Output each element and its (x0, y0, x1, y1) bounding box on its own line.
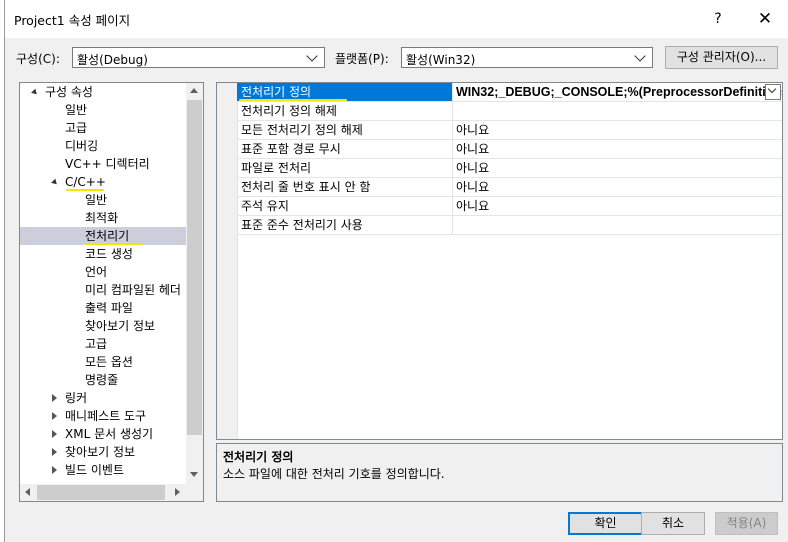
description-title: 전처리기 정의 (223, 450, 294, 464)
property-name: 전처리기 정의 해제 (237, 102, 453, 120)
scrollbar-corner (186, 484, 203, 501)
platform-label: 플랫폼(P): (335, 52, 389, 66)
property-row[interactable]: 전처리기 정의 해제 (237, 102, 782, 121)
property-value[interactable] (454, 102, 782, 120)
config-combo[interactable]: 활성(Debug) (72, 47, 325, 68)
scroll-up-icon[interactable] (190, 88, 198, 93)
property-name: 표준 준수 전처리기 사용 (237, 216, 453, 234)
collapsed-arrow-icon[interactable] (52, 412, 57, 420)
property-row[interactable]: 주석 유지 아니요 (237, 197, 782, 216)
value-dropdown-button[interactable] (765, 84, 781, 100)
property-row[interactable]: 파일로 전처리 아니요 (237, 159, 782, 178)
tree-node-output-files[interactable]: 출력 파일 (85, 299, 133, 317)
config-label: 구성(C): (16, 52, 60, 66)
collapsed-arrow-icon[interactable] (52, 430, 57, 438)
tree-node-browse-info[interactable]: 찾아보기 정보 (85, 317, 155, 335)
tree-node-precompiled-headers[interactable]: 미리 컴파일된 헤더 (85, 281, 181, 299)
tree-vertical-scrollbar[interactable] (186, 83, 203, 484)
chevron-down-icon (634, 50, 646, 62)
property-tree[interactable]: 구성 속성 일반 고급 디버깅 VC++ 디렉터리 C/C++ 일반 최적화 전… (19, 82, 204, 502)
cancel-button[interactable]: 취소 (641, 512, 705, 535)
collapsed-arrow-icon[interactable] (52, 466, 57, 474)
property-value[interactable]: 아니요 (454, 121, 782, 139)
property-value[interactable]: 아니요 (454, 159, 782, 177)
tree-node-language[interactable]: 언어 (85, 263, 107, 281)
tree-node-cpp-general[interactable]: 일반 (85, 191, 107, 209)
expanded-arrow-icon[interactable] (31, 88, 39, 97)
config-manager-button[interactable]: 구성 관리자(O)... (665, 46, 778, 69)
collapsed-arrow-icon[interactable] (52, 448, 57, 456)
property-pages-dialog: Project1 속성 페이지 ? ✕ 구성(C): 활성(Debug) 플랫폼… (4, 0, 788, 542)
description-text: 소스 파일에 대한 전처리 기호를 정의합니다. (223, 467, 445, 481)
ok-button[interactable]: 확인 (568, 512, 643, 535)
apply-button: 적용(A) (715, 512, 778, 535)
property-value[interactable]: 아니요 (454, 178, 782, 196)
property-name: 모든 전처리기 정의 해제 (237, 121, 453, 139)
property-value[interactable] (454, 216, 782, 234)
chevron-down-icon (306, 50, 318, 62)
scroll-down-icon[interactable] (190, 472, 198, 477)
scroll-thumb[interactable] (37, 485, 165, 500)
title-bar: Project1 속성 페이지 ? ✕ (5, 0, 788, 38)
highlighter-mark (66, 189, 104, 191)
config-value: 활성(Debug) (77, 53, 148, 67)
tree-node-debugging[interactable]: 디버깅 (65, 137, 98, 155)
tree-node-all-options[interactable]: 모든 옵션 (85, 353, 133, 371)
description-pane: 전처리기 정의 소스 파일에 대한 전처리 기호를 정의합니다. (216, 443, 783, 502)
tree-node-cpp-advanced[interactable]: 고급 (85, 335, 107, 353)
property-value[interactable]: 아니요 (454, 197, 782, 215)
chevron-down-icon (767, 84, 777, 94)
highlighter-mark (84, 243, 142, 245)
property-row[interactable]: 전처리 줄 번호 표시 안 함 아니요 (237, 178, 782, 197)
platform-value: 활성(Win32) (406, 53, 476, 67)
scroll-left-icon[interactable] (25, 488, 30, 496)
property-row[interactable]: 표준 준수 전처리기 사용 (237, 216, 782, 235)
property-value[interactable]: WIN32;_DEBUG;_CONSOLE;%(PreprocessorDefi… (454, 83, 782, 101)
scroll-right-icon[interactable] (175, 488, 180, 496)
help-button[interactable]: ? (708, 9, 728, 29)
property-row[interactable]: 모든 전처리기 정의 해제 아니요 (237, 121, 782, 140)
property-value[interactable]: 아니요 (454, 140, 782, 158)
property-name: 표준 포함 경로 무시 (237, 140, 453, 158)
property-name: 주석 유지 (237, 197, 453, 215)
collapsed-arrow-icon[interactable] (52, 394, 57, 402)
property-name: 전처리 줄 번호 표시 안 함 (237, 178, 453, 196)
tree-node-vc-directories[interactable]: VC++ 디렉터리 (65, 155, 150, 173)
property-name: 파일로 전처리 (237, 159, 453, 177)
property-grid[interactable]: 전처리기 정의 WIN32;_DEBUG;_CONSOLE;%(Preproce… (216, 82, 783, 440)
tree-node-advanced[interactable]: 고급 (65, 119, 87, 137)
tree-node-general[interactable]: 일반 (65, 101, 87, 119)
grid-margin (217, 83, 238, 439)
tree-node-code-generation[interactable]: 코드 생성 (85, 245, 133, 263)
close-button[interactable]: ✕ (753, 8, 777, 30)
tree-node-command-line[interactable]: 명령줄 (85, 371, 118, 389)
window-title: Project1 속성 페이지 (14, 13, 131, 28)
tree-node-optimization[interactable]: 최적화 (85, 209, 118, 227)
platform-combo[interactable]: 활성(Win32) (401, 47, 653, 68)
property-row[interactable]: 표준 포함 경로 무시 아니요 (237, 140, 782, 159)
scroll-thumb[interactable] (187, 100, 202, 435)
expanded-arrow-icon[interactable] (51, 178, 59, 187)
tree-horizontal-scrollbar[interactable] (20, 484, 186, 501)
highlighter-mark (239, 99, 347, 101)
